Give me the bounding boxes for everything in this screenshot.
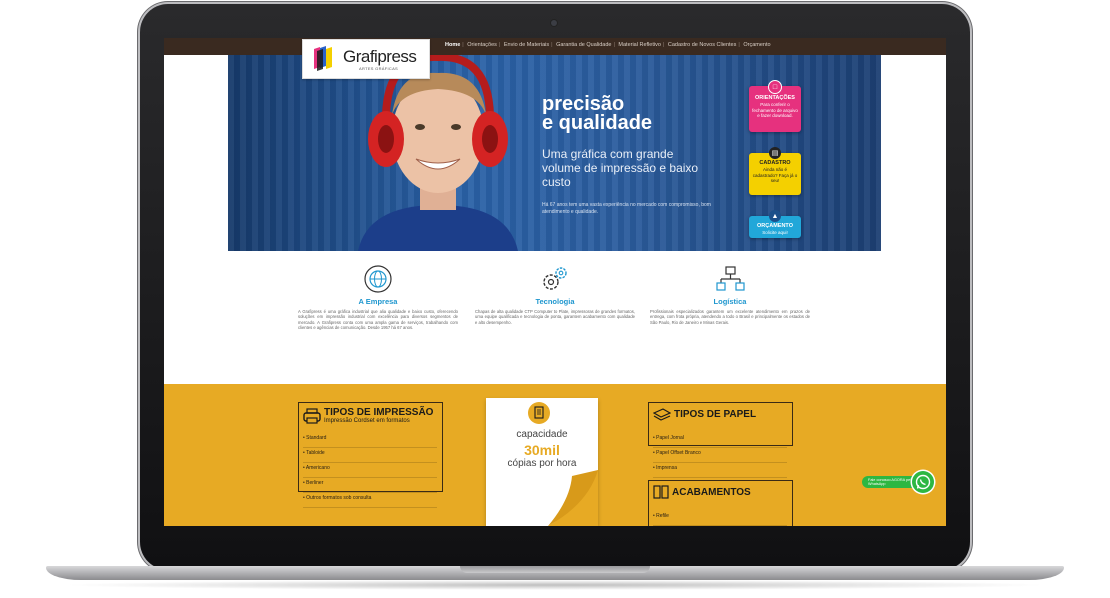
feature-tecnologia-title: Tecnologia [535, 297, 575, 306]
promo-line3: cópias por hora [507, 458, 577, 469]
feature-logistica-text: Profissionais especializados garantem um… [650, 309, 810, 325]
list-item: • Papel Jornal [653, 433, 787, 448]
person-with-headphones-image [358, 55, 518, 251]
logo-name: Grafipress [343, 47, 417, 66]
feature-tecnologia-text: Chapas de alta qualidade CTP Computer to… [475, 309, 635, 325]
hero-title: precisão e qualidade [542, 93, 653, 134]
whatsapp-icon [912, 471, 934, 493]
feature-logistica-title: Logística [713, 297, 747, 306]
list-item: • Berliner [303, 478, 437, 493]
tipos-impressao-title: TIPOS DE IMPRESSÃO [324, 407, 434, 418]
tipos-impressao-subtitle: Impressão Cordset em formatos [324, 418, 410, 424]
feature-empresa-title: A Empresa [358, 297, 398, 306]
grafipress-logo[interactable]: Grafipress ARTES GRÁFICAS [302, 39, 430, 79]
laptop-shadow [60, 580, 1050, 590]
nav-links: Home | Orientações | Envio de Materiais | G… [445, 42, 771, 48]
nav-envio-materiais[interactable]: Envio de Materiais [504, 42, 549, 48]
card-orientacoes[interactable]: □ ORIENTAÇÕES Para conferir o fechamento… [749, 80, 801, 132]
capacidade-promo: capacidade 30mil cópias por hora [486, 398, 598, 526]
nav-cadastro-clientes[interactable]: Cadastro de Novos Clientes [668, 42, 736, 48]
nav-orientacoes[interactable]: Orientações [467, 42, 497, 48]
list-item: • Imprensa [653, 463, 787, 478]
tipos-impressao-list: • Standard • Tabloide • Americano • Berl… [303, 433, 437, 508]
feature-logistica: Logística Profissionais especializados g… [650, 263, 810, 325]
book-icon [653, 485, 669, 499]
list-item: • Americano [303, 463, 437, 478]
hero-description: Há 67 anos tem uma vasta experiência no … [542, 202, 711, 215]
nav-orcamento[interactable]: Orçamento [743, 42, 770, 48]
tipos-papel-box: TIPOS DE PAPEL • Papel Jornal • Papel Of… [648, 402, 793, 478]
logo-subtitle: ARTES GRÁFICAS [359, 66, 399, 71]
printer-icon [303, 407, 321, 424]
webcam [551, 20, 557, 26]
feature-empresa-text: A Grafipress é uma gráfica industrial qu… [298, 309, 458, 330]
feature-tecnologia: Tecnologia Chapas de alta qualidade CTP … [475, 263, 635, 325]
tipos-papel-title: TIPOS DE PAPEL [674, 408, 757, 420]
paper-stack-icon [653, 408, 671, 421]
list-item: • Standard [303, 433, 437, 448]
hero-subtitle: Uma gráfica com grande volume de impress… [542, 147, 699, 189]
globe-icon [364, 265, 392, 293]
hero-banner: precisão e qualidade Uma gráfica com gra… [228, 55, 881, 251]
shopping-cart-icon: ▲ [769, 210, 781, 222]
acabamentos-list: • Refile [653, 511, 787, 526]
tipos-papel-list: • Papel Jornal • Papel Offset Branco • I… [653, 433, 787, 478]
whatsapp-button[interactable]: Fale conosco AGORA pelo WhatsApp [862, 471, 934, 493]
nav-home[interactable]: Home [445, 42, 460, 48]
gears-icon [543, 267, 567, 290]
clipboard-icon: ▤ [769, 147, 781, 159]
card-orientacoes-title: ORIENTAÇÕES [755, 95, 795, 101]
feature-empresa: A Empresa A Grafipress é uma gráfica ind… [298, 263, 458, 330]
document-icon [528, 402, 550, 424]
nav-material-refletivo[interactable]: Material Refletivo [618, 42, 661, 48]
list-item: • Outros formatos sob consulta [303, 493, 437, 508]
list-item: • Refile [653, 511, 787, 526]
promo-line1: capacidade [516, 429, 568, 440]
card-cadastro-body: Ainda não é cadastrado? Faça já o seu! [752, 167, 798, 183]
card-orcamento[interactable]: ▲ ORÇAMENTO Solicite aqui! [749, 210, 801, 238]
card-orcamento-body: Solicite aqui! [762, 230, 788, 235]
card-cadastro[interactable]: ▤ CADASTRO Ainda não é cadastrado? Faça … [749, 147, 801, 195]
laptop-notch [460, 566, 650, 573]
logo-mark-icon [314, 46, 332, 71]
acabamentos-box: ACABAMENTOS • Refile [648, 480, 793, 526]
network-icon [716, 266, 745, 291]
promo-capacity: 30mil [524, 442, 560, 458]
card-orientacoes-body: Para conferir o fechamento de arquivo e … [752, 102, 798, 118]
list-item: • Tabloide [303, 448, 437, 463]
document-icon: □ [768, 80, 782, 94]
top-navigation: Home | Orientações | Envio de Materiais | G… [164, 38, 946, 55]
page-curl-decoration [548, 470, 598, 526]
acabamentos-title: ACABAMENTOS [672, 486, 751, 498]
laptop-screen: Home | Orientações | Envio de Materiais | G… [164, 38, 946, 526]
tipos-impressao-box: TIPOS DE IMPRESSÃO Impressão Cordset em … [298, 402, 443, 508]
nav-garantia-qualidade[interactable]: Garantia de Qualidade [556, 42, 611, 48]
list-item: • Papel Offset Branco [653, 448, 787, 463]
